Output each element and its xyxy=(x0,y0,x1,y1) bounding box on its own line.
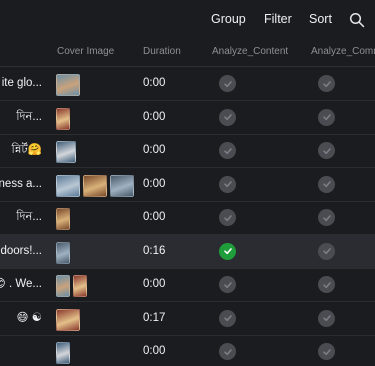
row-title: 😊 . We... xyxy=(0,278,42,290)
column-header-duration[interactable]: Duration xyxy=(143,46,181,57)
table-row[interactable]: 😊 . We... 0:00 xyxy=(0,268,375,302)
cover-thumbnail[interactable] xyxy=(56,308,80,331)
table-row[interactable]: ন্নির্ট🤗 0:00 xyxy=(0,134,375,168)
cover-thumbnail[interactable] xyxy=(56,141,76,163)
table-row[interactable]: ness a... 0:00 xyxy=(0,168,375,202)
table-row[interactable]: 0:00 xyxy=(0,335,375,366)
cover-image-cell[interactable] xyxy=(56,275,87,297)
search-icon[interactable] xyxy=(349,12,365,28)
filter-button[interactable]: Filter xyxy=(264,12,292,26)
row-title: doors!... xyxy=(0,244,42,257)
analyze-content-check[interactable] xyxy=(219,343,236,360)
analyze-content-check[interactable] xyxy=(219,175,236,193)
checkmark-icon xyxy=(322,248,331,255)
checkmark-icon xyxy=(322,114,331,121)
duration-value: 0:00 xyxy=(143,177,166,190)
data-grid: Cover Image Duration Analyze_Content Ana… xyxy=(0,40,375,366)
checkmark-icon xyxy=(322,281,331,288)
duration-value: 0:00 xyxy=(143,345,166,357)
checkmark-icon xyxy=(322,147,331,154)
analyze-comments-check[interactable] xyxy=(318,108,335,126)
analyze-comments-check[interactable] xyxy=(318,343,335,360)
checkmark-icon xyxy=(223,114,232,121)
analyze-comments-check[interactable] xyxy=(318,209,335,226)
checkmark-icon xyxy=(322,348,331,355)
analyze-content-check[interactable] xyxy=(219,276,236,293)
analyze-content-check[interactable] xyxy=(219,309,236,327)
row-title: ite glo... xyxy=(1,77,42,89)
cover-thumbnail[interactable] xyxy=(83,174,107,197)
analyze-comments-check[interactable] xyxy=(318,276,335,293)
analyze-content-check[interactable] xyxy=(219,242,236,260)
duration-value: 0:00 xyxy=(143,77,166,89)
checkmark-icon xyxy=(223,214,232,221)
cover-image-cell[interactable] xyxy=(56,174,134,197)
analyze-comments-check[interactable] xyxy=(318,242,335,260)
cover-image-cell[interactable] xyxy=(56,241,70,264)
checkmark-icon xyxy=(223,248,232,255)
sort-button[interactable]: Sort xyxy=(309,12,332,26)
analyze-content-check[interactable] xyxy=(219,142,236,159)
row-title: ness a... xyxy=(0,177,42,190)
table-row[interactable]: দিন... 0:00 xyxy=(0,101,375,135)
duration-value: 0:00 xyxy=(143,144,166,156)
cover-thumbnail[interactable] xyxy=(56,342,70,364)
column-header-cover-image[interactable]: Cover Image xyxy=(57,46,114,57)
analyze-content-check[interactable] xyxy=(219,75,236,92)
checkmark-icon xyxy=(223,181,232,188)
analyze-comments-check[interactable] xyxy=(318,309,335,327)
row-title: দিন... xyxy=(16,110,42,123)
cover-thumbnail[interactable] xyxy=(56,241,70,264)
cover-image-cell[interactable] xyxy=(56,74,80,96)
table-row[interactable]: দিন... 0:00 xyxy=(0,201,375,235)
checkmark-icon xyxy=(223,348,232,355)
grid-header: Cover Image Duration Analyze_Content Ana… xyxy=(0,40,375,67)
duration-value: 0:00 xyxy=(143,211,166,223)
column-header-analyze-content[interactable]: Analyze_Content xyxy=(212,46,288,57)
duration-value: 0:17 xyxy=(143,311,166,324)
checkmark-icon xyxy=(223,315,232,322)
table-row[interactable]: doors!... 0:16 xyxy=(0,234,375,269)
cover-thumbnail[interactable] xyxy=(56,74,80,96)
duration-value: 0:16 xyxy=(143,244,166,257)
group-button[interactable]: Group xyxy=(211,12,246,26)
table-row[interactable]: 😄 ☯ 0:17 xyxy=(0,302,375,336)
cover-image-cell[interactable] xyxy=(56,141,76,163)
analyze-comments-check[interactable] xyxy=(318,175,335,193)
duration-value: 0:00 xyxy=(143,278,166,290)
checkmark-icon xyxy=(223,281,232,288)
checkmark-icon xyxy=(223,147,232,154)
row-title: ন্নির্ট🤗 xyxy=(11,144,42,156)
row-title: দিন... xyxy=(16,211,42,223)
analyze-comments-check[interactable] xyxy=(318,142,335,159)
cover-image-cell[interactable] xyxy=(56,107,70,130)
cover-image-cell[interactable] xyxy=(56,208,70,230)
cover-image-cell[interactable] xyxy=(56,342,70,364)
checkmark-icon xyxy=(322,315,331,322)
duration-value: 0:00 xyxy=(143,110,166,123)
analyze-content-check[interactable] xyxy=(219,108,236,126)
column-header-analyze-comments[interactable]: Analyze_Comm xyxy=(311,46,375,57)
row-title: 😄 ☯ xyxy=(16,311,43,324)
checkmark-icon xyxy=(322,181,331,188)
cover-image-cell[interactable] xyxy=(56,308,80,331)
analyze-content-check[interactable] xyxy=(219,209,236,226)
cover-thumbnail[interactable] xyxy=(73,275,87,297)
table-row[interactable]: ite glo... 0:00 xyxy=(0,67,375,101)
checkmark-icon xyxy=(322,214,331,221)
checkmark-icon xyxy=(322,80,331,87)
toolbar: Group Filter Sort xyxy=(0,0,375,40)
cover-thumbnail[interactable] xyxy=(110,174,134,197)
cover-thumbnail[interactable] xyxy=(56,107,70,130)
cover-thumbnail[interactable] xyxy=(56,174,80,197)
cover-thumbnail[interactable] xyxy=(56,275,70,297)
checkmark-icon xyxy=(223,80,232,87)
analyze-comments-check[interactable] xyxy=(318,75,335,92)
cover-thumbnail[interactable] xyxy=(56,208,70,230)
